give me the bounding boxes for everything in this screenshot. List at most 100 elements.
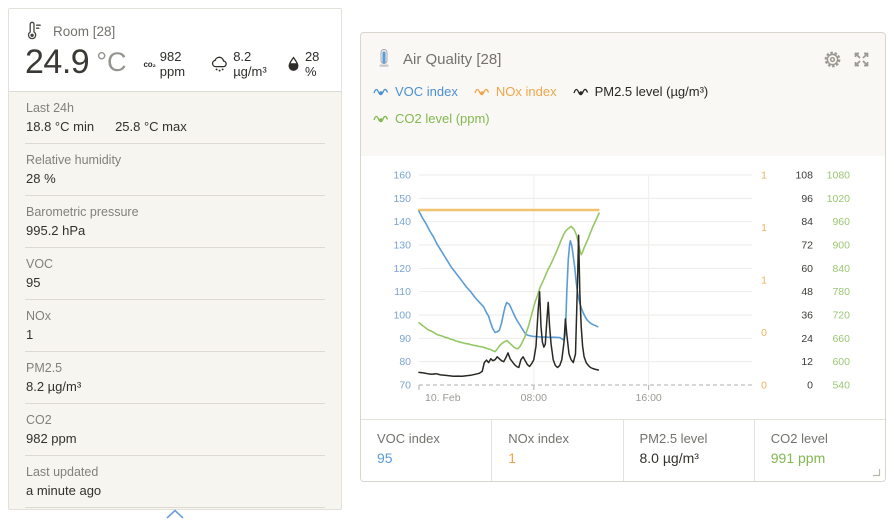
air-quality-title: Air Quality [28] [403,51,823,68]
svg-text:0: 0 [761,327,767,339]
air-quality-thermometer-icon [377,48,391,70]
footer-stat-value: 991 ppm [771,448,885,468]
room-row-label: Barometric pressure [26,204,324,221]
inline-stat-value: 8.2 µg/m³ [233,49,273,79]
footer-stat-label: NOx index [508,430,622,448]
legend-item-voc-index[interactable]: VOC index [373,84,458,99]
svg-text:08:00: 08:00 [521,392,547,404]
svg-text:24: 24 [801,333,813,345]
legend-item-pm25-level[interactable]: PM2.5 level (µg/m³) [573,84,709,99]
room-row-label: NOx [26,308,324,325]
room-row-values: 95 [26,273,324,292]
room-row-value: 995.2 hPa [26,221,85,240]
co2-text-icon: co₂ [143,60,155,69]
room-row-label: Last updated [26,464,324,481]
svg-text:900: 900 [832,240,850,252]
svg-text:140: 140 [393,216,411,228]
collapse-button[interactable] [25,507,325,520]
room-card-title: Room [28] [53,24,115,39]
svg-text:12: 12 [801,356,813,368]
inline-stat-value: 28 % [305,49,325,79]
room-row-value: 18.8 °C min [26,117,94,136]
room-stat-rows: Last 24h18.8 °C min 25.8 °C max Relative h… [9,92,341,507]
temperature-unit: °C [96,47,126,78]
footer-stat-co2-level: CO2 level991 ppm [754,420,885,481]
room-row-values: 982 ppm [26,429,324,448]
room-row-barometric-pressure: Barometric pressure995.2 hPa [25,195,325,247]
svg-text:60: 60 [801,263,813,275]
resize-handle-icon[interactable] [870,466,882,478]
legend-line-icon [373,87,390,97]
svg-text:960: 960 [832,216,850,228]
legend-label: VOC index [395,84,458,99]
room-row-label: Relative humidity [26,152,324,169]
air-quality-chart[interactable]: 16015014013012011010090807010. Feb08:001… [361,156,885,419]
room-row-value: 25.8 °C max [115,117,187,136]
footer-stat-label: PM2.5 level [640,430,754,448]
room-row-value: 95 [26,273,40,292]
svg-text:1020: 1020 [827,193,851,205]
humidity-drop-icon [286,56,301,73]
footer-stat-voc-index: VOC index95 [361,420,491,481]
svg-text:84: 84 [801,216,813,228]
svg-text:96: 96 [801,193,813,205]
air-quality-header: Air Quality [28] [361,33,885,72]
svg-text:1: 1 [761,170,767,182]
svg-text:120: 120 [393,263,411,275]
room-thermometer-icon [25,21,44,41]
room-row-values: 8.2 µg/m³ [26,377,324,396]
expand-fullscreen-icon[interactable] [852,50,871,69]
legend-label: NOx index [496,84,557,99]
room-row-last-updated: Last updateda minute ago [25,455,325,507]
svg-text:0: 0 [761,380,767,392]
room-row-last-24h: Last 24h18.8 °C min 25.8 °C max [25,92,325,143]
room-row-values: 18.8 °C min 25.8 °C max [26,117,324,136]
room-row-values: 28 % [26,169,324,188]
room-row-nox: NOx1 [25,299,325,351]
legend-line-icon [573,87,590,97]
svg-text:108: 108 [795,170,813,182]
legend-label: CO2 level (ppm) [395,111,490,126]
legend-label: PM2.5 level (µg/m³) [595,84,709,99]
svg-text:70: 70 [399,380,411,392]
room-row-value: 982 ppm [26,429,77,448]
svg-text:72: 72 [801,240,813,252]
chart-canvas[interactable]: 16015014013012011010090807010. Feb08:001… [361,156,885,419]
temperature-value: 24.9 [25,43,89,82]
settings-gear-icon[interactable] [823,50,842,69]
room-row-values: a minute ago [26,481,324,500]
svg-text:100: 100 [393,310,411,322]
legend-item-nox-index[interactable]: NOx index [474,84,557,99]
chart-footer: VOC index95NOx index1PM2.5 level8.0 µg/m… [361,419,885,481]
room-row-value: 1 [26,325,33,344]
air-quality-card: Air Quality [28] [360,32,886,482]
room-row-values: 995.2 hPa [26,221,324,240]
legend-item-co2-level[interactable]: CO2 level (ppm) [373,111,490,126]
room-row-voc: VOC95 [25,247,325,299]
footer-stat-label: CO2 level [771,430,885,448]
svg-text:0: 0 [807,380,813,392]
room-card: Room [28] 24.9 °C co₂ 982 ppm 8.2 µg/m³ 28 … [8,8,342,510]
svg-text:780: 780 [832,286,850,298]
svg-text:1: 1 [761,222,767,234]
footer-stat-label: VOC index [377,430,491,448]
chart-legend: VOC index NOx index PM2.5 level (µg/m³) CO2… [361,72,885,132]
room-row-label: Last 24h [26,100,324,117]
legend-line-icon [373,114,390,124]
footer-stat-nox-index: NOx index1 [491,420,622,481]
inline-stat: 28 % [286,49,325,79]
svg-text:840: 840 [832,263,850,275]
footer-stat-pm25-level: PM2.5 level8.0 µg/m³ [623,420,754,481]
room-row-label: PM2.5 [26,360,324,377]
room-row-label: VOC [26,256,324,273]
svg-text:540: 540 [832,380,850,392]
room-row-pm25: PM2.58.2 µg/m³ [25,351,325,403]
pm-cloud-icon [210,56,229,73]
svg-text:16:00: 16:00 [636,392,662,404]
svg-text:160: 160 [393,170,411,182]
footer-stat-value: 95 [377,448,491,468]
svg-text:48: 48 [801,286,813,298]
inline-stats: co₂982 ppm8.2 µg/m³28 % [143,49,325,79]
legend-line-icon [474,87,491,97]
inline-stat: 8.2 µg/m³ [210,49,273,79]
